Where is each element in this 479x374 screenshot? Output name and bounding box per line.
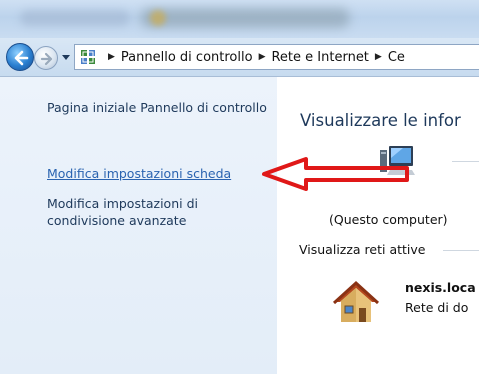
- breadcrumb-network-center[interactable]: Ce: [388, 50, 405, 65]
- network-name: nexis.loca: [405, 280, 476, 295]
- back-arrow-icon: [14, 50, 29, 66]
- forward-arrow-icon: [40, 52, 53, 66]
- breadcrumb-separator-icon[interactable]: ▶: [375, 52, 382, 62]
- home-network-icon[interactable]: [332, 278, 380, 326]
- window-title-bar: [0, 0, 479, 38]
- title-bar-blur: [140, 8, 350, 28]
- recent-pages-button[interactable]: [61, 50, 71, 64]
- annotation-arrow-icon: [262, 157, 409, 191]
- control-panel-home-link[interactable]: Pagina iniziale Pannello di controllo: [47, 99, 267, 116]
- active-networks-label: Visualizza reti attive: [299, 242, 426, 257]
- breadcrumb-separator-icon[interactable]: ▶: [108, 52, 115, 62]
- breadcrumb-network-internet[interactable]: Rete e Internet: [271, 50, 368, 65]
- task-pane: Pagina iniziale Pannello di controllo Mo…: [0, 77, 277, 374]
- title-bar-blur: [20, 10, 130, 26]
- network-type-link[interactable]: Rete di do: [405, 300, 468, 315]
- address-bar[interactable]: ▶ Pannello di controllo ▶ Rete e Interne…: [74, 44, 479, 70]
- main-content: Visualizzare le infor (Questo computer) …: [277, 77, 479, 374]
- forward-button[interactable]: [34, 46, 58, 70]
- section-divider: [443, 250, 479, 251]
- breadcrumb-separator-icon[interactable]: ▶: [259, 52, 266, 62]
- control-panel-icon: [81, 50, 95, 64]
- advanced-sharing-settings-link[interactable]: Modifica impostazioni di condivisione av…: [47, 195, 267, 229]
- title-bar-blur: [150, 10, 166, 26]
- back-button[interactable]: [6, 43, 34, 71]
- computer-caption: (Questo computer): [329, 212, 448, 227]
- connection-line: [452, 161, 479, 162]
- change-adapter-settings-link[interactable]: Modifica impostazioni scheda: [47, 165, 231, 182]
- navigation-bar: ▶ Pannello di controllo ▶ Rete e Interne…: [0, 38, 479, 77]
- breadcrumb-control-panel[interactable]: Pannello di controllo: [121, 50, 253, 65]
- page-heading: Visualizzare le infor: [300, 111, 461, 130]
